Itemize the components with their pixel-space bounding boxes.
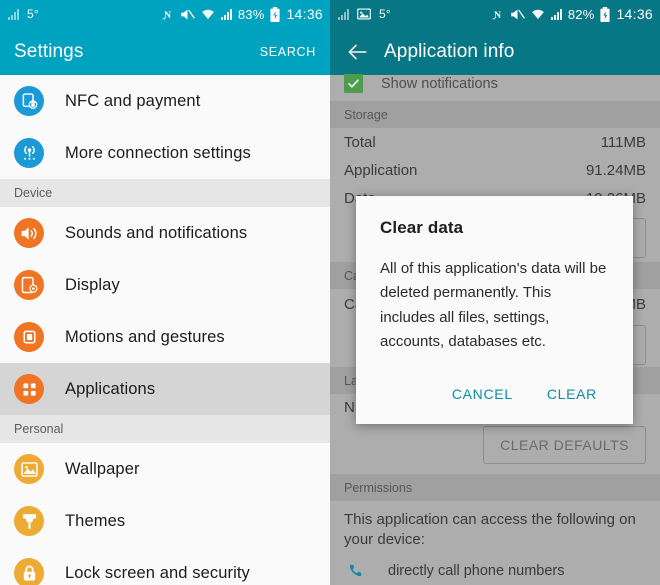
settings-pane: 5° N 83% 14:36 Settings SEARCH NFC and p… [0,0,330,585]
dual-screenshot: 5° N 83% 14:36 Settings SEARCH NFC and p… [0,0,660,585]
clear-defaults-button-row: CLEAR DEFAULTS [330,420,660,470]
clock-label: 14:36 [286,6,323,22]
storage-row-label: Application [344,161,418,179]
status-bar-right-group-2: N 82% 14:36 [491,6,653,22]
battery-percent-label: 82% [567,6,595,22]
checkmark-icon [348,79,359,88]
sidebar-item-label: Themes [65,511,126,530]
permission-row: directly call phone numbers [330,553,660,579]
nfc-payment-icon [14,86,44,116]
picture-icon [20,461,38,477]
phone-icon [344,563,366,579]
wifi-icon [201,9,214,19]
status-bar-right: 5° N 82% 14:36 [330,0,660,28]
wifi-icon [531,9,544,19]
sidebar-item-label: More connection settings [65,143,251,162]
permission-label: directly call phone numbers [388,562,565,579]
sidebar-item-label: Display [65,275,120,294]
screenshot-image-icon [357,8,371,20]
sidebar-item-wallpaper[interactable]: Wallpaper [0,443,330,495]
paintbrush-icon [14,506,44,536]
status-bar-left: 5° N 83% 14:36 [0,0,330,28]
clear-data-dialog: Clear data All of this application's dat… [356,196,633,425]
mute-icon [181,9,195,19]
storage-row-value: 111MB [600,133,646,151]
page-title: Application info [384,40,515,62]
settings-section-header: Device [0,179,330,207]
sidebar-item-lock-screen-and-security[interactable]: Lock screen and security [0,547,330,585]
storage-row-application: Application 91.24MB [330,156,660,184]
nfc-icon: N [162,9,171,20]
display-icon [14,270,44,300]
motion-icon [23,330,35,343]
signal-bars-icon [8,8,19,20]
clock-label: 14:36 [616,6,653,22]
application-info-pane: 5° N 82% 14:36 Application info Show not… [330,0,660,585]
dialog-actions: CANCEL CLEAR [380,378,609,416]
sidebar-item-more-connection-settings[interactable]: More connection settings [0,127,330,179]
paintbrush-icon [22,513,36,529]
mute-icon [511,9,525,19]
permissions-section-header: Permissions [330,474,660,501]
apps-grid-icon [14,374,44,404]
page-title: Settings [14,40,84,62]
nfc-payment-icon [22,92,37,109]
temperature-label: 5° [379,7,391,21]
sidebar-item-nfc-and-payment[interactable]: NFC and payment [0,75,330,127]
status-bar-right-group: N 83% 14:36 [161,6,323,22]
sidebar-item-label: Applications [65,379,156,398]
sidebar-item-applications[interactable]: Applications [0,363,330,415]
storage-row-label: Total [344,133,376,151]
sidebar-item-label: NFC and payment [65,91,201,110]
sidebar-item-label: Wallpaper [65,459,140,478]
motion-icon [14,322,44,352]
application-info-app-bar: Application info [330,28,660,75]
speaker-icon [21,226,36,240]
temperature-label: 5° [27,7,39,21]
search-button[interactable]: SEARCH [260,45,316,59]
display-icon [21,276,38,293]
sidebar-item-motions-and-gestures[interactable]: Motions and gestures [0,311,330,363]
storage-section-header: Storage [330,101,660,128]
settings-section-header: Personal [0,415,330,443]
settings-app-bar: Settings SEARCH [0,28,330,75]
antenna-icon [14,138,44,168]
sidebar-item-display[interactable]: Display [0,259,330,311]
sidebar-item-label: Motions and gestures [65,327,225,346]
back-arrow-icon[interactable] [344,39,370,65]
clear-defaults-button[interactable]: CLEAR DEFAULTS [483,426,646,464]
speaker-icon [14,218,44,248]
settings-list: NFC and payment More connection settings D… [0,75,330,585]
storage-row-total: Total 111MB [330,128,660,156]
dialog-title: Clear data [380,218,464,237]
cancel-button[interactable]: CANCEL [440,378,525,410]
sidebar-item-label: Sounds and notifications [65,223,248,242]
lock-icon [14,558,44,585]
lock-icon [23,565,35,580]
status-bar-left-group: 5° [8,7,39,21]
battery-charging-icon [600,6,611,22]
nfc-icon: N [492,9,501,20]
permissions-intro-text: This application can access the followin… [344,511,636,549]
picture-icon [14,454,44,484]
sidebar-item-themes[interactable]: Themes [0,495,330,547]
show-notifications-row[interactable]: Show notifications [330,74,660,101]
battery-percent-label: 83% [237,6,265,22]
sidebar-item-label: Lock screen and security [65,563,250,582]
no-defaults-label: N [344,398,355,416]
sidebar-item-sounds-and-notifications[interactable]: Sounds and notifications [0,207,330,259]
storage-row-value: 91.24MB [585,161,646,179]
show-notifications-label: Show notifications [381,75,498,92]
clear-button[interactable]: CLEAR [535,378,609,410]
cellular-signal-icon [220,8,232,20]
apps-grid-icon [22,382,36,396]
show-notifications-checkbox[interactable] [344,74,363,93]
status-bar-left-group-2: 5° [338,7,391,21]
cellular-signal-icon [550,8,562,20]
signal-bars-icon [338,8,349,20]
antenna-icon [23,145,35,160]
battery-charging-icon [270,6,281,22]
dialog-message: All of this application's data will be d… [380,260,607,350]
